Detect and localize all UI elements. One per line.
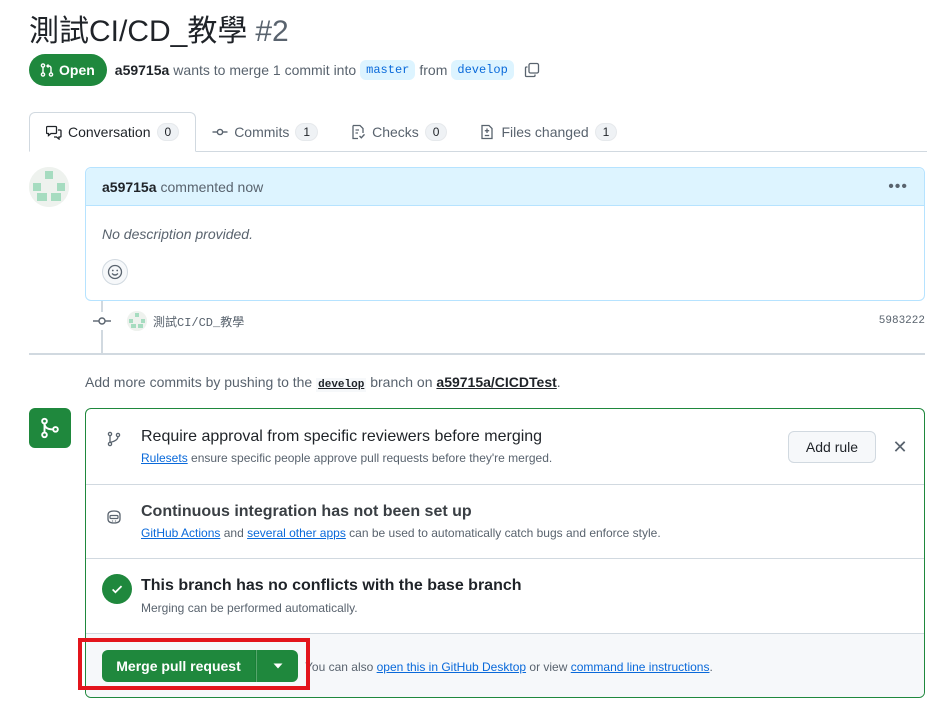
git-commit-icon	[93, 312, 111, 330]
tab-counter: 0	[424, 123, 448, 141]
merge-note-prefix: You can also	[305, 660, 374, 674]
tab-commits[interactable]: Commits 1	[196, 112, 334, 152]
push-hint-suffix: .	[556, 374, 561, 390]
add-rule-button[interactable]: Add rule	[788, 431, 876, 463]
comment-meta: commented now	[160, 178, 264, 195]
pr-comment: a59715a commented now ••• No description…	[85, 167, 925, 301]
push-hint: Add more commits by pushing to the devel…	[85, 374, 561, 392]
github-desktop-link[interactable]: open this in GitHub Desktop	[377, 660, 526, 674]
comment-author[interactable]: a59715a	[102, 179, 157, 195]
tab-counter: 1	[295, 123, 319, 141]
git-merge-icon	[41, 417, 59, 439]
push-hint-middle: branch on	[370, 374, 433, 390]
identicon-icon	[29, 167, 69, 207]
from-text: from	[419, 62, 448, 78]
tab-conversation[interactable]: Conversation 0	[29, 112, 197, 152]
tab-label: Commits	[234, 124, 290, 140]
ruleset-title: Require approval from specific reviewers…	[141, 428, 543, 445]
comment-header: a59715a commented now •••	[86, 168, 924, 206]
tab-files-changed[interactable]: Files changed 1	[463, 112, 633, 152]
pr-merge-meta: a59715a wants to merge 1 commit into mas…	[115, 60, 540, 80]
pr-tabs: Conversation 0 Commits 1 Checks 0 Files …	[29, 112, 927, 152]
ci-and: and	[223, 526, 244, 540]
pr-state-row: Open a59715a wants to merge 1 commit int…	[29, 54, 540, 86]
commit-message[interactable]: 測試CI/CD_教學	[153, 313, 244, 330]
commit-avatar[interactable]	[127, 311, 147, 331]
comment-body: No description provided.	[102, 226, 253, 242]
copy-icon[interactable]	[524, 62, 540, 78]
base-branch[interactable]: master	[360, 60, 416, 80]
tab-label: Checks	[372, 124, 419, 140]
commit-sha[interactable]: 5983222	[879, 315, 925, 327]
ci-section: Continuous integration has not been set …	[86, 485, 924, 559]
merge-text: wants to merge 1 commit into	[173, 62, 357, 78]
add-reaction-button[interactable]	[102, 259, 128, 285]
push-hint-prefix: Add more commits by pushing to the	[85, 374, 313, 390]
ci-title: Continuous integration has not been set …	[141, 503, 472, 520]
push-hint-branch[interactable]: develop	[316, 378, 367, 392]
git-branch-icon	[102, 427, 126, 451]
tab-checks[interactable]: Checks 0	[334, 112, 463, 152]
git-pull-request-icon	[40, 63, 54, 77]
merge-note-or: or view	[529, 660, 568, 674]
command-line-link[interactable]: command line instructions	[571, 660, 710, 674]
ci-sub: GitHub Actions and several other apps ca…	[141, 526, 661, 540]
tab-label: Files changed	[501, 124, 589, 140]
highlight-box	[78, 638, 310, 690]
pr-number: #2	[255, 15, 289, 48]
github-actions-link[interactable]: GitHub Actions	[141, 526, 220, 540]
push-hint-repo[interactable]: a59715a/CICDTest	[436, 374, 556, 390]
tab-counter: 0	[156, 123, 180, 141]
identicon-icon	[127, 311, 147, 331]
head-branch[interactable]: develop	[451, 60, 514, 80]
timeline-divider	[29, 353, 925, 355]
ruleset-sub: Rulesets ensure specific people approve …	[141, 451, 552, 465]
avatar[interactable]	[29, 167, 69, 207]
merge-status-icon	[29, 408, 71, 448]
copilot-icon	[102, 505, 126, 529]
conflicts-title: This branch has no conflicts with the ba…	[141, 577, 522, 594]
conflicts-sub: Merging can be performed automatically.	[141, 601, 358, 615]
pr-title-text: 測試CI/CD_教學	[29, 15, 248, 48]
merge-note-suffix: .	[709, 660, 713, 674]
tab-label: Conversation	[68, 124, 151, 140]
conflicts-section: This branch has no conflicts with the ba…	[86, 559, 924, 634]
kebab-menu-icon[interactable]: •••	[888, 178, 908, 196]
checklist-icon	[352, 124, 366, 140]
ruleset-sub-text: ensure specific people approve pull requ…	[191, 451, 553, 465]
tab-counter: 1	[594, 123, 618, 141]
merge-note: You can also open this in GitHub Desktop…	[305, 660, 713, 674]
comment-discussion-icon	[46, 125, 62, 140]
pr-title: 測試CI/CD_教學 #2	[29, 6, 289, 50]
ci-sub-text: can be used to automatically catch bugs …	[349, 526, 661, 540]
state-badge: Open	[29, 54, 107, 86]
close-icon[interactable]: ✕	[890, 437, 910, 457]
smiley-icon	[107, 264, 123, 280]
state-label: Open	[59, 62, 95, 78]
commit-row: 測試CI/CD_教學 5983222	[93, 310, 925, 332]
pr-author[interactable]: a59715a	[115, 62, 170, 78]
rulesets-link[interactable]: Rulesets	[141, 451, 188, 465]
other-apps-link[interactable]: several other apps	[247, 526, 346, 540]
git-commit-icon	[212, 128, 228, 136]
file-diff-icon	[481, 124, 494, 140]
check-circle-icon	[102, 574, 132, 604]
ruleset-section: Require approval from specific reviewers…	[86, 409, 924, 485]
